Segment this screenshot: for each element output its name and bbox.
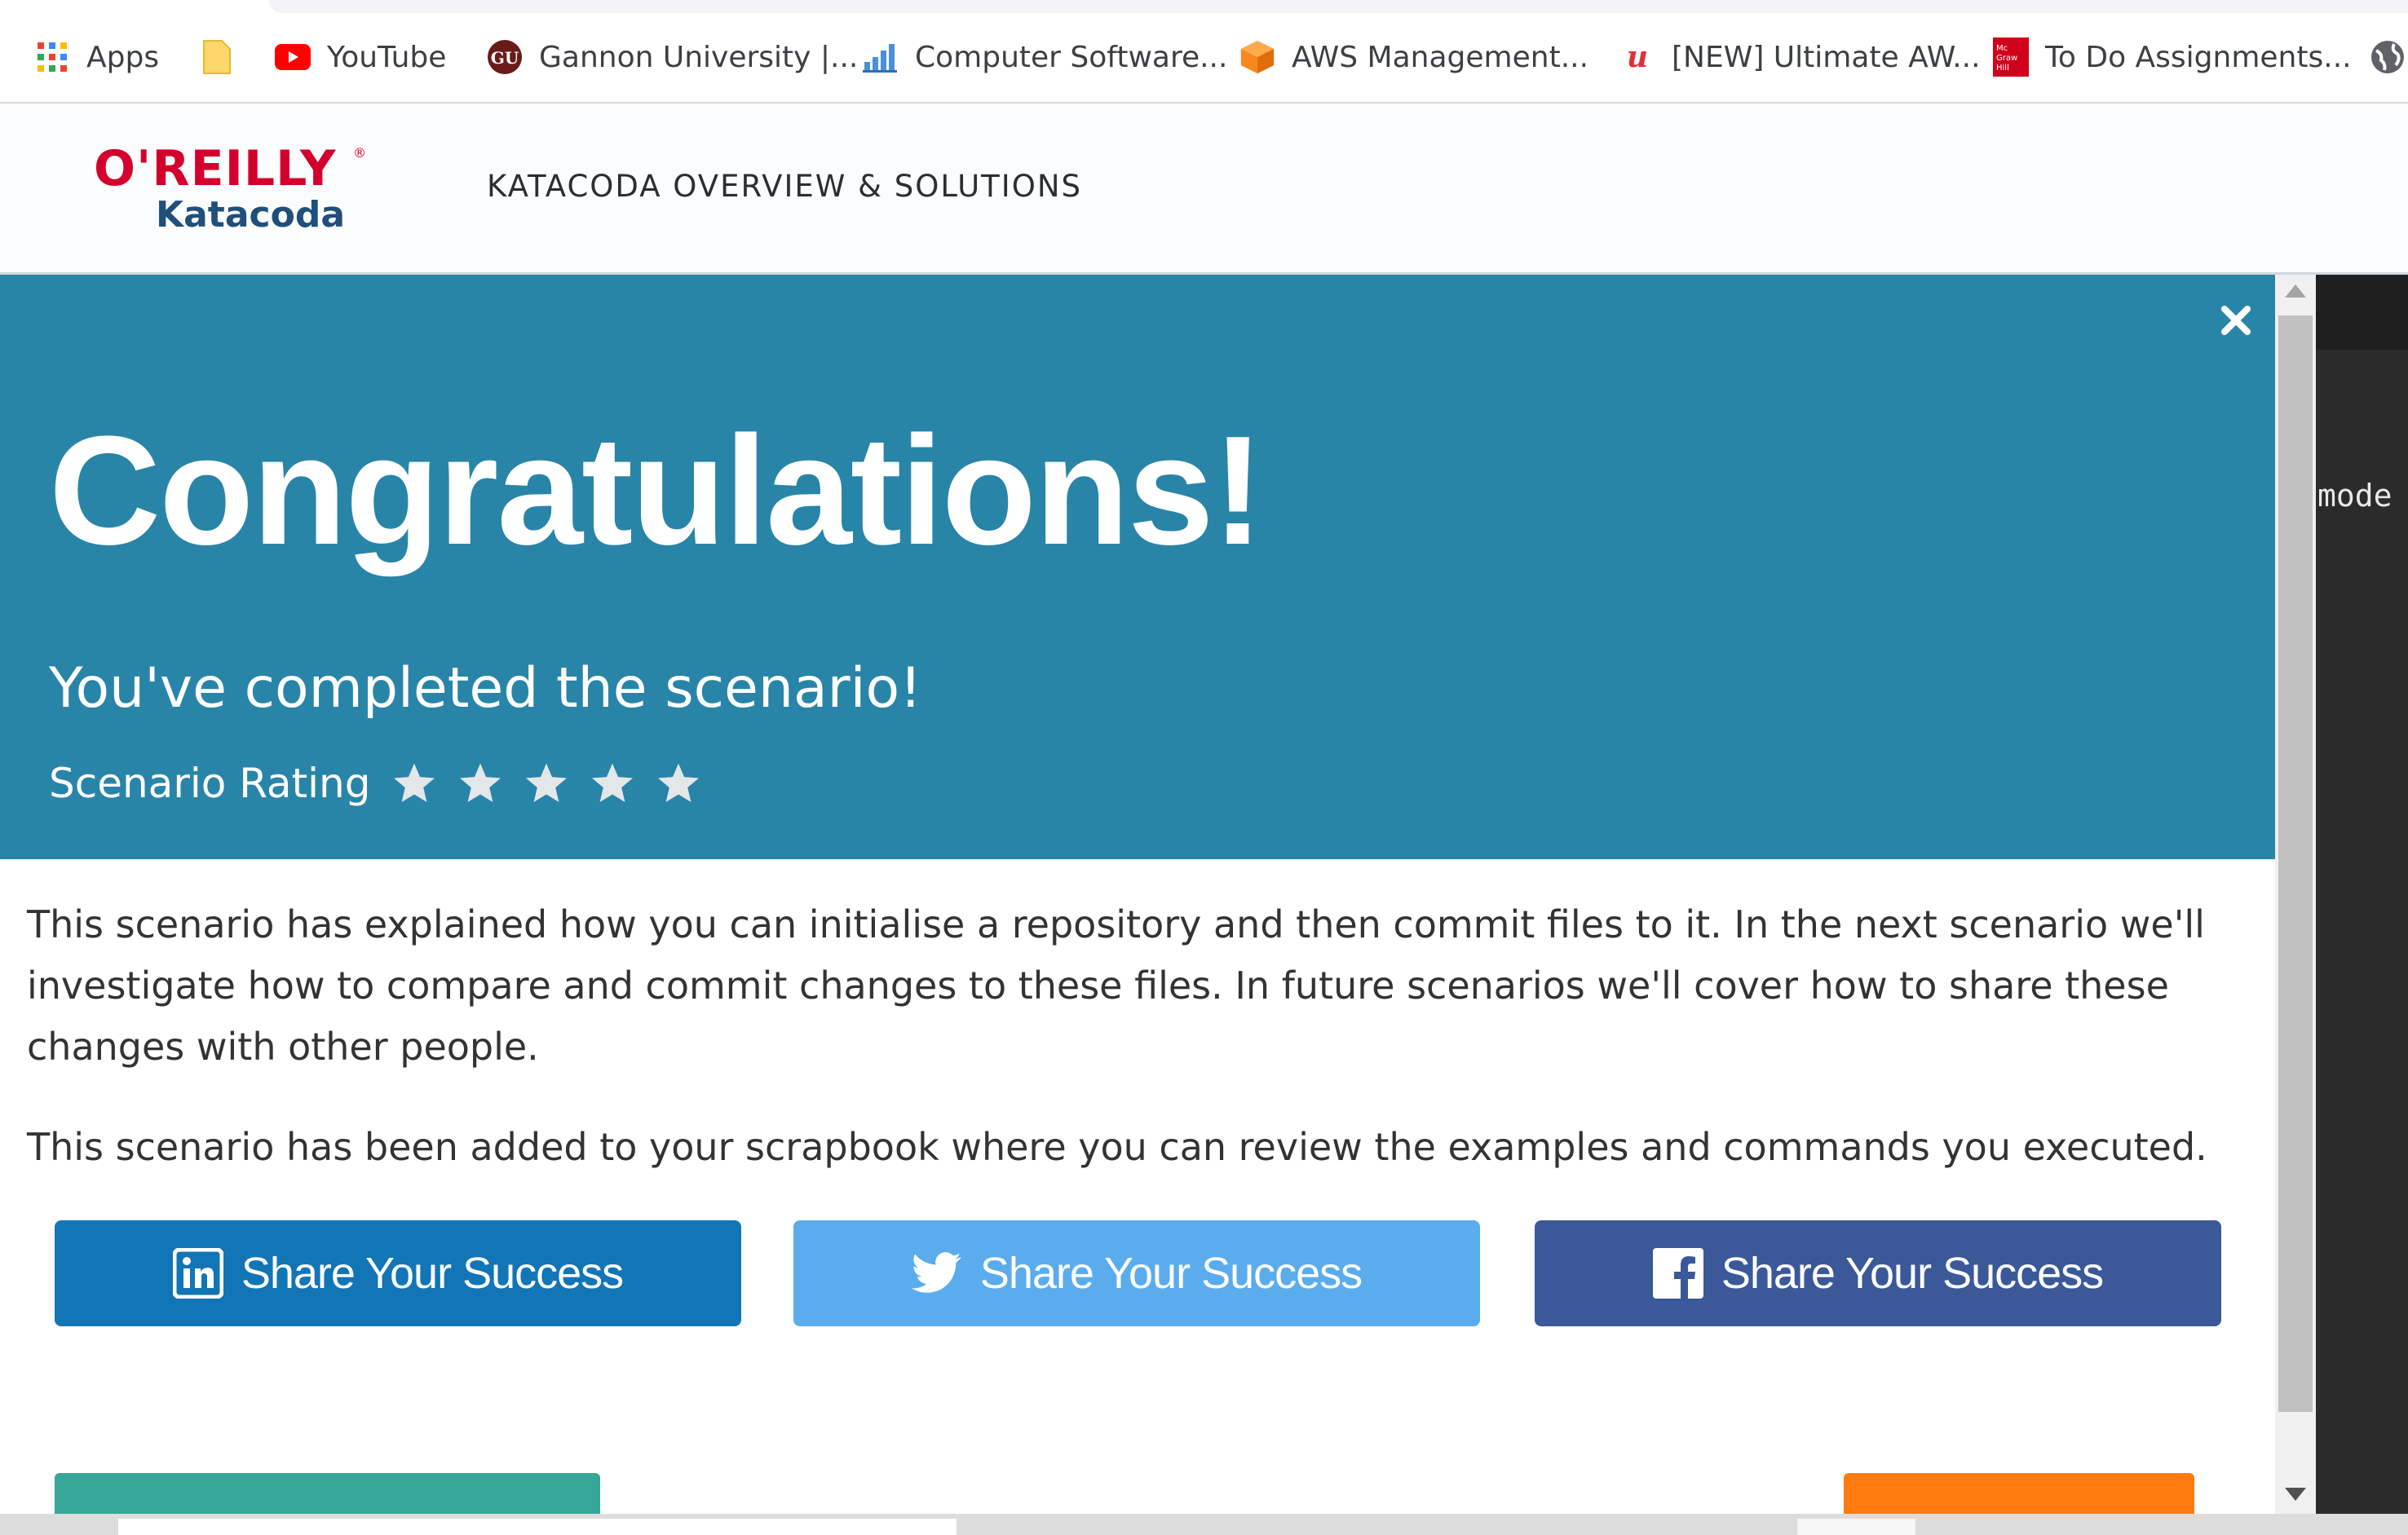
share-linkedin-button[interactable]: Share Your Success (55, 1220, 741, 1326)
bookmark-aws[interactable]: AWS Management... (1239, 33, 1588, 82)
svg-text:Graw: Graw (1996, 54, 2017, 63)
horizontal-scrollbar-segment (1797, 1519, 1915, 1535)
bookmark-apps[interactable]: Apps (34, 33, 159, 82)
modal-body: This scenario has explained how you can … (27, 894, 2245, 1178)
site-header: O'REILLY ® Katacoda KATACODA OVERVIEW & … (0, 104, 2408, 275)
bookmark-youtube[interactable]: YouTube (275, 33, 446, 82)
folder-icon (199, 39, 235, 75)
bookmark-todo-assignments[interactable]: Mc Graw Hill To Do Assignments... (1993, 33, 2352, 82)
svg-text:u: u (1627, 40, 1648, 74)
twitter-icon (911, 1248, 962, 1299)
scrapbook-notice-text: This scenario has been added to your scr… (27, 1125, 2207, 1169)
globe-icon (2370, 39, 2406, 75)
svg-text:Hill: Hill (1996, 64, 2009, 73)
star-icon[interactable] (457, 761, 503, 806)
facebook-icon (1652, 1248, 1703, 1299)
close-icon (2221, 306, 2251, 335)
terminal-toolbar (2316, 275, 2408, 350)
oreilly-katacoda-logo[interactable]: O'REILLY ® Katacoda (94, 140, 371, 238)
bookmark-globe[interactable] (2370, 33, 2408, 82)
bookmarks-bar: Apps YouTube GU Gannon University |... C… (0, 0, 2408, 104)
mcgraw-hill-icon: Mc Graw Hill (1993, 37, 2029, 77)
nav-overview-solutions[interactable]: KATACODA OVERVIEW & SOLUTIONS (487, 169, 1082, 204)
completion-subtitle: You've completed the scenario! (49, 656, 922, 721)
star-icon[interactable] (656, 761, 701, 806)
scenario-rating: Scenario Rating (49, 760, 722, 807)
star-icon[interactable] (524, 761, 569, 806)
svg-text:GU: GU (491, 48, 519, 68)
share-twitter-button[interactable]: Share Your Success (793, 1220, 1480, 1326)
share-facebook-button[interactable]: Share Your Success (1535, 1220, 2221, 1326)
aws-cube-icon (1239, 39, 1275, 75)
tab-strip-edge (269, 0, 2408, 13)
bookmark-folder[interactable] (199, 33, 251, 82)
completion-modal: Congratulations! You've completed the sc… (0, 275, 2275, 1514)
horizontal-scrollbar[interactable] (0, 1514, 2408, 1535)
next-scenario-button[interactable] (55, 1473, 600, 1514)
scroll-up-arrow-icon[interactable] (2285, 285, 2306, 298)
bookmark-computer-software[interactable]: Computer Software... (863, 33, 1227, 82)
modal-hero: Congratulations! You've completed the sc… (0, 275, 2275, 859)
scenario-summary-text: This scenario has explained how you can … (27, 902, 2205, 1069)
page-title: Congratulations! (49, 404, 1264, 577)
youtube-icon (275, 39, 311, 75)
bar-chart-icon (863, 39, 899, 75)
star-icon[interactable] (590, 761, 635, 806)
udemy-icon: u (1619, 39, 1655, 75)
star-icon[interactable] (391, 761, 437, 806)
scroll-down-arrow-icon[interactable] (2285, 1488, 2306, 1501)
terminal-panel (2316, 275, 2408, 1535)
close-button[interactable] (2213, 298, 2259, 343)
continue-button[interactable] (1844, 1473, 2194, 1514)
horizontal-scrollbar-thumb[interactable] (118, 1519, 957, 1535)
apps-grid-icon (34, 39, 70, 75)
linkedin-icon (172, 1248, 223, 1299)
gannon-gu-icon: GU (487, 39, 523, 75)
terminal-output: mode (2317, 478, 2393, 514)
svg-text:Mc: Mc (1996, 44, 2008, 53)
bookmark-udemy[interactable]: u [NEW] Ultimate AW... (1619, 33, 1981, 82)
rating-label: Scenario Rating (49, 760, 371, 807)
modal-scrollbar[interactable] (2275, 275, 2316, 1514)
scrollbar-thumb[interactable] (2278, 315, 2313, 1412)
bookmark-gannon[interactable]: GU Gannon University |... (487, 33, 858, 82)
